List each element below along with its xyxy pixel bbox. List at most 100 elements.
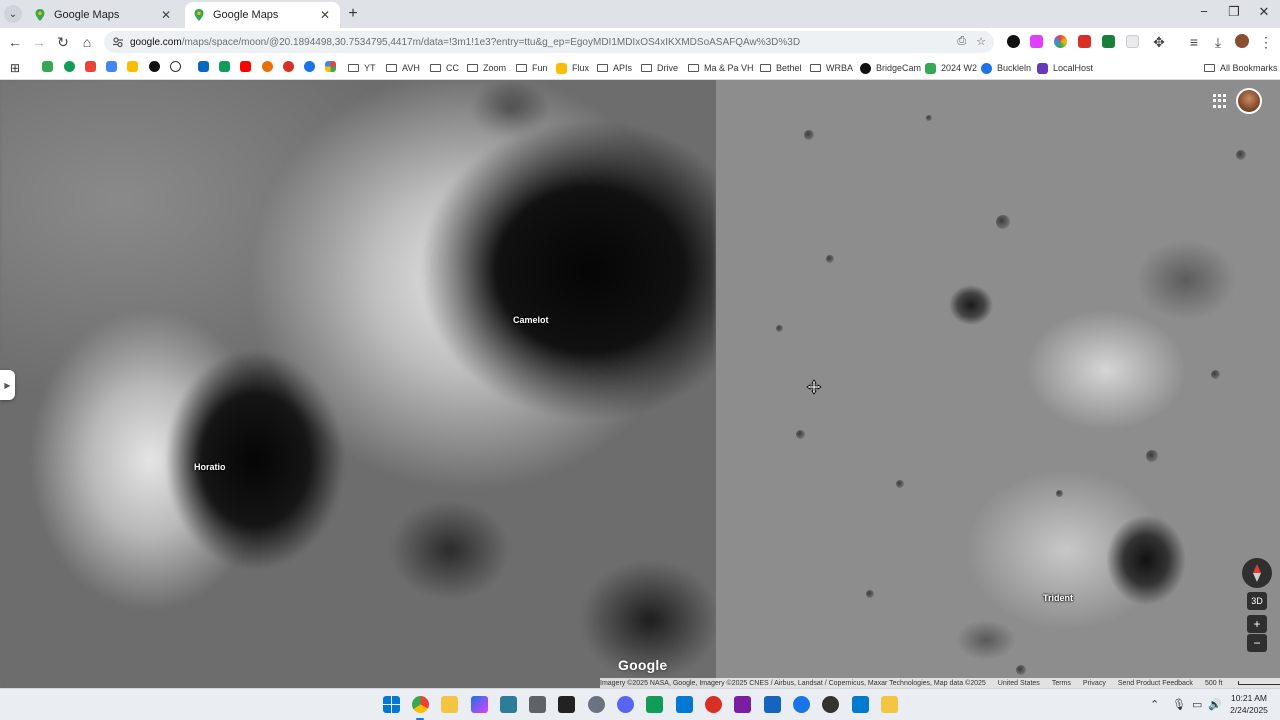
browser-menu-icon[interactable]: ⋮ [1257,33,1275,51]
folder-icon [597,64,608,72]
privacy-link[interactable]: Privacy [1083,680,1106,687]
bookmark-folder-avh[interactable]: AVH [386,60,420,76]
terms-link[interactable]: Terms [1052,680,1071,687]
bookmark-favicon-icon[interactable] [283,61,294,72]
sheets-icon[interactable] [646,696,663,713]
snipping-tool-icon[interactable] [500,696,517,713]
tab-search-icon[interactable]: ⌄ [4,5,22,23]
account-avatar[interactable] [1236,88,1262,114]
restore-icon[interactable]: ❐ [1224,4,1244,20]
system-clock[interactable]: 10:21 AM 2/24/2025 [1226,692,1272,716]
zoom-out-button[interactable]: − [1247,634,1267,652]
bookmark-folder-cc[interactable]: CC [430,60,459,76]
bookmark-folder-wrba[interactable]: WRBA [810,60,853,76]
bookmark-bridgecam[interactable]: BridgeCam [860,60,921,76]
app-icon[interactable] [793,696,810,713]
scale-bar[interactable]: 500 ft [1205,680,1280,687]
windows-start-icon[interactable] [383,696,400,713]
calendar-icon[interactable] [106,61,117,72]
bookmark-2024-w2[interactable]: 2024 W2 [925,60,977,76]
download-icon[interactable]: ⤓ [1209,33,1227,51]
google-apps-icon[interactable] [1213,94,1227,108]
close-tab-icon[interactable]: ✕ [159,8,173,22]
volume-icon[interactable]: 🔊 [1208,698,1222,711]
file-explorer-icon[interactable] [441,696,458,713]
minimize-icon[interactable]: − [1194,4,1214,19]
copilot-icon[interactable] [471,696,488,713]
tray-overflow-icon[interactable]: ⌃ [1150,698,1159,711]
site-info-icon[interactable] [112,36,124,48]
app-icon[interactable] [734,696,751,713]
extension-icon[interactable] [1102,35,1115,48]
profile-avatar-icon[interactable] [1235,34,1249,48]
extension-icon[interactable] [1030,35,1043,48]
extension-icon[interactable] [1054,35,1067,48]
bookmark-favicon-icon[interactable] [325,61,336,72]
bookmark-folder-drive[interactable]: Drive [641,60,678,76]
microphone-icon[interactable]: 🎙 [1172,698,1186,711]
bookmark-folder-fun[interactable]: Fun [516,60,548,76]
map-label-camelot[interactable]: Camelot [513,315,549,325]
collapse-side-panel-button[interactable]: ▶ [0,370,15,400]
bookmark-buckleln[interactable]: Buckleln [981,60,1031,76]
bookmark-favicon-icon[interactable] [198,61,209,72]
app-icon[interactable] [705,696,722,713]
calculator-icon[interactable] [529,696,546,713]
tab-google-maps-2[interactable]: Google Maps ✕ [185,2,340,28]
bookmark-folder-yt[interactable]: YT [348,60,376,76]
install-app-icon[interactable]: ⎙ [957,35,966,48]
bookmark-favicon-icon[interactable] [42,61,53,72]
mail-icon[interactable] [764,696,781,713]
folder-icon[interactable] [881,696,898,713]
network-icon[interactable]: ▭ [1192,698,1202,711]
bookmark-favicon-icon[interactable] [219,61,230,72]
zoom-in-button[interactable]: + [1247,615,1267,633]
close-tab-icon[interactable]: ✕ [318,8,332,22]
extension-icon[interactable] [1007,35,1020,48]
discord-icon[interactable] [617,696,634,713]
vscode-icon[interactable] [852,696,869,713]
bookmark-folder-apis[interactable]: APIs [597,60,632,76]
bookmark-folder-bethel[interactable]: Bethel [760,60,802,76]
3d-toggle-button[interactable]: 3D [1247,592,1267,610]
apps-grid-icon[interactable]: ⊞ [10,60,20,76]
bookmark-star-icon[interactable]: ☆ [976,35,986,48]
drive-icon[interactable] [127,61,138,72]
compass-icon[interactable] [1242,558,1272,588]
bookmark-favicon-icon[interactable] [304,61,315,72]
forward-arrow-icon[interactable]: → [30,33,48,51]
bookmark-localhost[interactable]: LocalHost [1037,60,1093,76]
gmail-icon[interactable] [85,61,96,72]
bookmark-favicon-icon[interactable] [170,61,181,72]
map-label-horatio[interactable]: Horatio [194,462,226,472]
new-tab-icon[interactable]: + [345,5,361,23]
home-icon[interactable]: ⌂ [78,33,96,51]
bookmark-favicon-icon[interactable] [64,61,75,72]
region-link[interactable]: United States [998,680,1040,687]
extensions-puzzle-icon[interactable]: ✥ [1150,33,1168,51]
close-window-icon[interactable]: ✕ [1254,4,1274,20]
reading-list-icon[interactable]: ≡ [1185,33,1203,51]
address-bar[interactable]: google.com/maps/space/moon/@20.1894498,3… [104,31,994,53]
bookmark-folder-ma-pa-vh[interactable]: Ma & Pa VH [688,60,754,76]
folder-icon [1204,64,1215,72]
github-icon[interactable] [822,696,839,713]
all-bookmarks[interactable]: All Bookmarks [1204,60,1278,76]
bookmark-favicon-icon[interactable] [262,61,273,72]
pdf-extension-icon[interactable] [1078,35,1091,48]
feedback-link[interactable]: Send Product Feedback [1118,680,1193,687]
back-arrow-icon[interactable]: ← [6,33,24,51]
map-label-trident[interactable]: Trident [1043,593,1073,603]
bookmark-folder-zoom[interactable]: Zoom [467,60,506,76]
youtube-icon[interactable] [240,61,251,72]
bookmark-flux[interactable]: Flux [556,60,589,76]
reload-icon[interactable]: ↻ [54,33,72,51]
tab-google-maps-1[interactable]: Google Maps ✕ [26,2,181,28]
extension-icon[interactable] [1126,35,1139,48]
moon-map[interactable]: Camelot Horatio Trident ▶ 3D + − Google … [0,80,1280,688]
bookmark-favicon-icon[interactable] [149,61,160,72]
chrome-icon[interactable] [412,696,429,713]
epic-games-icon[interactable] [558,696,575,713]
settings-gear-icon[interactable] [588,696,605,713]
store-icon[interactable] [676,696,693,713]
